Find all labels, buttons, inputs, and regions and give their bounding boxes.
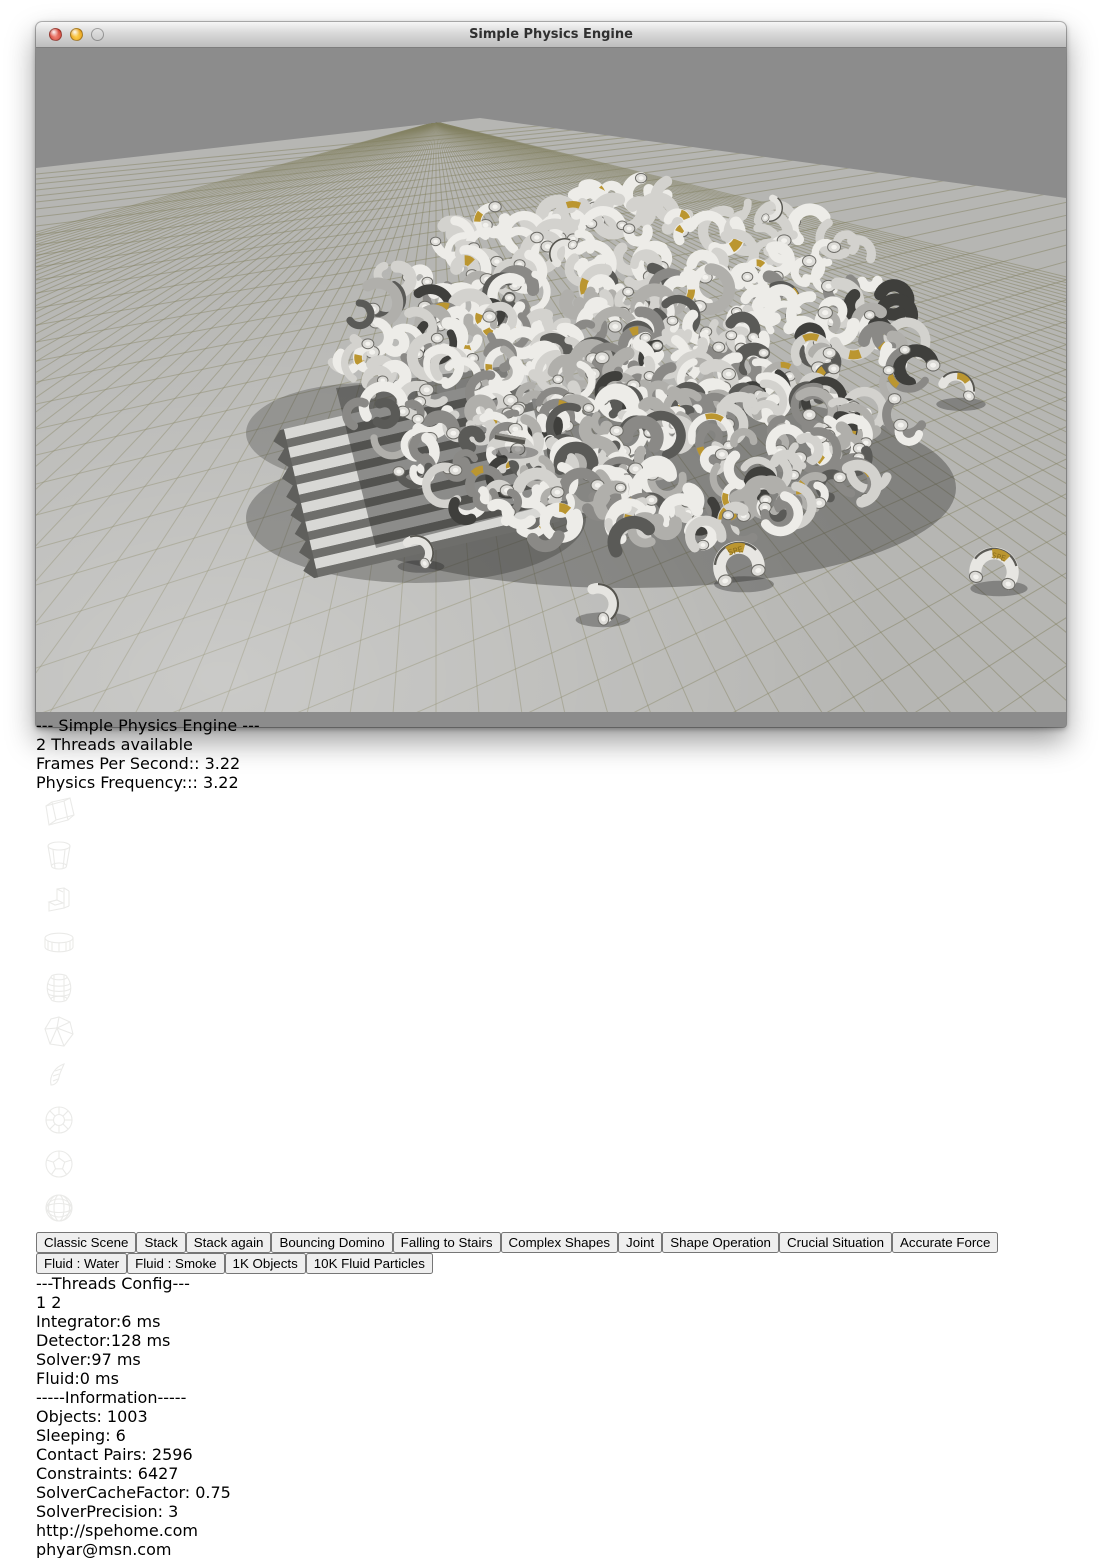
contact-link: phyar@msn.com bbox=[36, 1540, 1066, 1558]
thread-label: Fluid bbox=[36, 1369, 74, 1388]
stats-overlay: --- Simple Physics Engine --- 2 Threads … bbox=[36, 716, 1066, 792]
stats-line: 2 Threads available bbox=[36, 735, 1066, 754]
scene-button-stack-again[interactable]: Stack again bbox=[186, 1232, 272, 1253]
thread-column-headers: 1 2 bbox=[36, 1293, 1066, 1312]
information-title: -----Information----- bbox=[36, 1388, 1066, 1407]
information-line: Constraints: 6427 bbox=[36, 1464, 1066, 1483]
thread-time: 128 ms bbox=[111, 1331, 171, 1350]
scene-button-fluid-water[interactable]: Fluid : Water bbox=[36, 1253, 127, 1274]
thread-row: Integrator:6 ms bbox=[36, 1312, 1066, 1331]
shape-tile-ring[interactable] bbox=[36, 924, 1066, 968]
scene-button-joint[interactable]: Joint bbox=[618, 1232, 662, 1253]
thread-time: 0 ms bbox=[80, 1369, 119, 1388]
information-line: Objects: 1003 bbox=[36, 1407, 1066, 1426]
scene-button-10k-fluid-particles[interactable]: 10K Fluid Particles bbox=[306, 1253, 433, 1274]
shape-tile-prism[interactable] bbox=[36, 836, 1066, 880]
scene-button-1k-objects[interactable]: 1K Objects bbox=[225, 1253, 306, 1274]
soccer-ball-icon bbox=[36, 1144, 82, 1184]
step-chair-icon bbox=[36, 880, 82, 920]
information-line: Sleeping: 6 bbox=[36, 1426, 1066, 1445]
thread-label: Detector bbox=[36, 1331, 105, 1350]
scene-button-shape-operation[interactable]: Shape Operation bbox=[662, 1232, 779, 1253]
shape-selector bbox=[36, 792, 1066, 1232]
scene-buttons: Classic SceneStackStack againBouncing Do… bbox=[36, 1232, 1066, 1274]
title-bar[interactable]: Simple Physics Engine bbox=[36, 22, 1066, 48]
information-panel: -----Information----- Objects: 1003Sleep… bbox=[36, 1388, 1066, 1521]
scene-button-falling-to-stairs[interactable]: Falling to Stairs bbox=[393, 1232, 501, 1253]
stats-lines: 2 Threads availableFrames Per Second:: 3… bbox=[36, 735, 1066, 792]
scene-button-accurate-force[interactable]: Accurate Force bbox=[892, 1232, 998, 1253]
minimize-button[interactable] bbox=[70, 28, 83, 41]
shape-tile-torus[interactable] bbox=[36, 1100, 1066, 1144]
shape-tile-barrel[interactable] bbox=[36, 968, 1066, 1012]
shape-tile-box[interactable] bbox=[36, 792, 1066, 836]
scene-button-crucial-situation[interactable]: Crucial Situation bbox=[779, 1232, 892, 1253]
thread-col-2: 2 bbox=[51, 1293, 61, 1312]
information-lines: Objects: 1003Sleeping: 6Contact Pairs: 2… bbox=[36, 1407, 1066, 1521]
thread-row: Solver:97 ms bbox=[36, 1350, 1066, 1369]
polyhedron-icon bbox=[36, 1012, 82, 1052]
thread-row: Detector:128 ms bbox=[36, 1331, 1066, 1350]
thread-time: 6 ms bbox=[121, 1312, 160, 1331]
thread-col-1: 1 bbox=[36, 1293, 46, 1312]
window-title: Simple Physics Engine bbox=[469, 27, 633, 42]
thread-label: Integrator bbox=[36, 1312, 116, 1331]
physics-scene[interactable]: SPESPE bbox=[36, 48, 1066, 712]
shape-tile-banana[interactable] bbox=[36, 1056, 1066, 1100]
close-button[interactable] bbox=[49, 28, 62, 41]
shape-tile-step-chair[interactable] bbox=[36, 880, 1066, 924]
window-controls bbox=[49, 28, 104, 41]
thread-label: Solver bbox=[36, 1350, 86, 1369]
barrel-icon bbox=[36, 968, 82, 1008]
information-line: Contact Pairs: 2596 bbox=[36, 1445, 1066, 1464]
ring-icon bbox=[36, 924, 82, 964]
torus-icon bbox=[36, 1100, 82, 1140]
shape-tile-polyhedron[interactable] bbox=[36, 1012, 1066, 1056]
scene-button-stack[interactable]: Stack bbox=[136, 1232, 185, 1253]
shape-tile-soccer-ball[interactable] bbox=[36, 1144, 1066, 1188]
viewport-3d[interactable]: SPESPE --- Simple Physics Engine --- 2 T… bbox=[36, 48, 1066, 1558]
threads-config-panel: ---Threads Config--- 1 2 Integrator:6 ms… bbox=[36, 1274, 1066, 1388]
scene-button-classic-scene[interactable]: Classic Scene bbox=[36, 1232, 136, 1253]
thread-time: 97 ms bbox=[91, 1350, 140, 1369]
thread-timing-rows: Integrator:6 msDetector:128 msSolver:97 … bbox=[36, 1312, 1066, 1388]
threads-config-title: ---Threads Config--- bbox=[36, 1274, 1066, 1293]
box-icon bbox=[36, 792, 82, 832]
information-line: SolverCacheFactor: 0.75 bbox=[36, 1483, 1066, 1502]
stats-line: Physics Frequency::: 3.22 bbox=[36, 773, 1066, 792]
scene-button-fluid-smoke[interactable]: Fluid : Smoke bbox=[127, 1253, 224, 1274]
contact-link: http://spehome.com bbox=[36, 1521, 1066, 1540]
app-window: Simple Physics Engine SPESPE --- Simple … bbox=[36, 22, 1066, 727]
engine-title: --- Simple Physics Engine --- bbox=[36, 716, 1066, 735]
scene-button-complex-shapes[interactable]: Complex Shapes bbox=[501, 1232, 619, 1253]
links-panel: http://spehome.comphyar@msn.com bbox=[36, 1521, 1066, 1558]
prism-icon bbox=[36, 836, 82, 876]
thread-row: Fluid:0 ms bbox=[36, 1369, 1066, 1388]
banana-icon bbox=[36, 1056, 82, 1096]
information-line: SolverPrecision: 3 bbox=[36, 1502, 1066, 1521]
scene-button-bouncing-domino[interactable]: Bouncing Domino bbox=[271, 1232, 392, 1253]
wire-sphere-icon bbox=[36, 1188, 82, 1228]
stats-line: Frames Per Second:: 3.22 bbox=[36, 754, 1066, 773]
shape-tile-wire-sphere[interactable] bbox=[36, 1188, 1066, 1232]
zoom-button[interactable] bbox=[91, 28, 104, 41]
